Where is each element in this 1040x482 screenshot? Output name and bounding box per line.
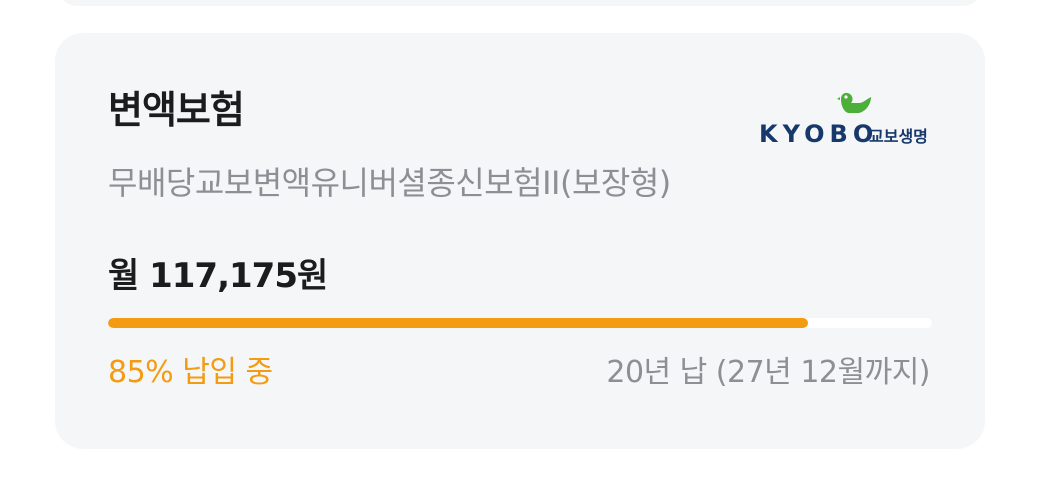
company-logo: KYOBO 교보생명	[759, 89, 939, 149]
previous-card-edge	[55, 0, 985, 6]
kyobo-bird-icon	[837, 92, 871, 113]
insurance-card[interactable]: 변액보험 KYOBO 교보생명 무배당교보변액유니버셜종신보험II(보장형) 월…	[55, 33, 985, 449]
payment-status: 85% 납입 중	[108, 355, 273, 390]
monthly-premium: 월 117,175원	[108, 256, 328, 296]
payment-period: 20년 납 (27년 12월까지)	[606, 355, 930, 390]
payment-progress-bar	[108, 318, 932, 328]
logo-latin-text: KYOBO	[759, 120, 879, 148]
logo-korean-text: 교보생명	[869, 127, 928, 146]
product-name: 무배당교보변액유니버셜종신보험II(보장형)	[108, 164, 671, 202]
payment-progress-fill	[108, 318, 809, 328]
insurance-type-title: 변액보험	[108, 88, 245, 132]
